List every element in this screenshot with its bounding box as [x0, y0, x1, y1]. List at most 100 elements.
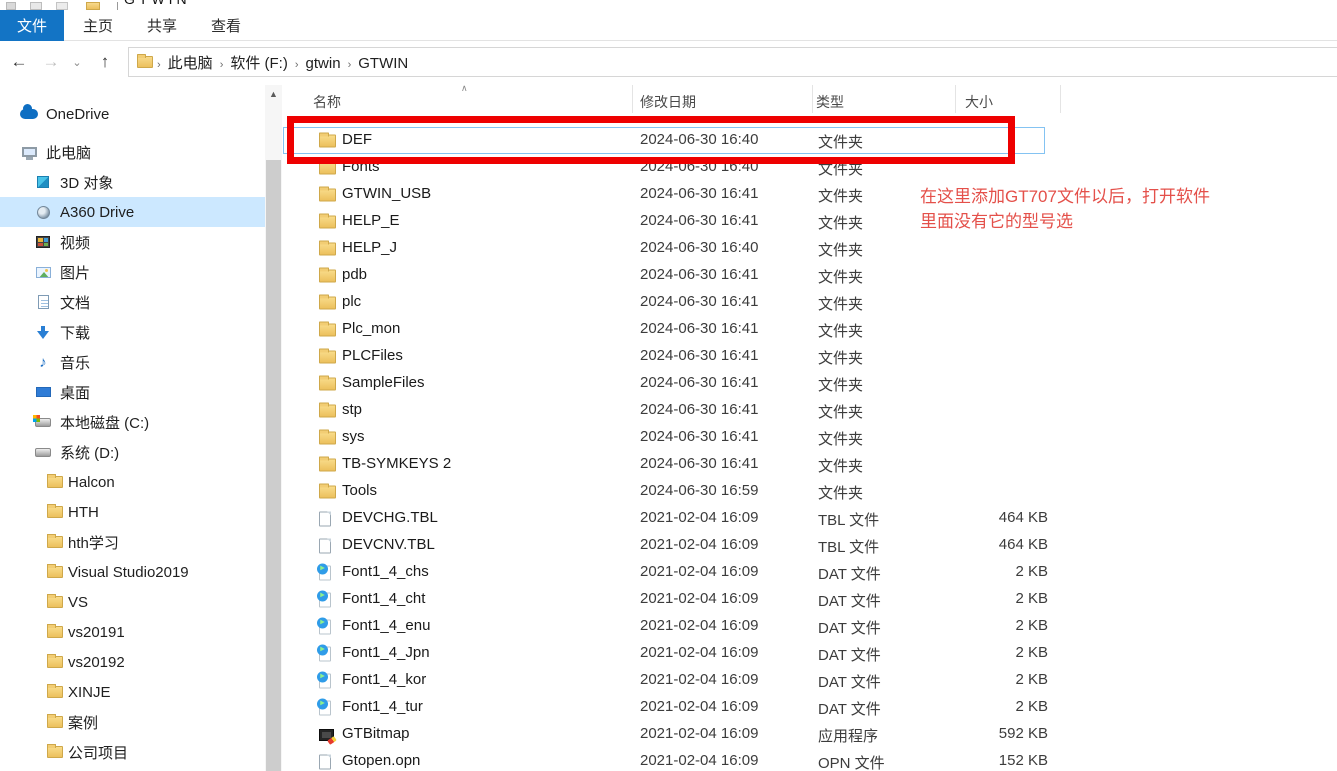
tab-home[interactable]: 主页	[72, 10, 124, 41]
sidebar-item-hth[interactable]: HTH	[0, 497, 265, 527]
folder-icon	[46, 563, 64, 581]
column-header-type[interactable]: 类型	[816, 92, 844, 112]
file-row-tools[interactable]: Tools 2024-06-30 16:59 文件夹	[283, 478, 1337, 505]
file-row-font1-4-enu[interactable]: Font1_4_enu 2021-02-04 16:09 DAT 文件 2 KB	[283, 613, 1337, 640]
sidebar-item-vs20192[interactable]: vs20192	[0, 647, 265, 677]
quick-access-icon[interactable]	[6, 2, 16, 10]
scroll-up-icon[interactable]: ▲	[265, 85, 282, 102]
sidebar-item-desktop[interactable]: 桌面	[0, 377, 265, 407]
file-row-font1-4-cht[interactable]: Font1_4_cht 2021-02-04 16:09 DAT 文件 2 KB	[283, 586, 1337, 613]
annotation-rectangle	[287, 116, 1015, 164]
file-date: 2024-06-30 16:41	[640, 401, 758, 418]
folder-icon	[319, 350, 336, 363]
file-row-devchg-tbl[interactable]: DEVCHG.TBL 2021-02-04 16:09 TBL 文件 464 K…	[283, 505, 1337, 532]
forward-icon[interactable]: →	[38, 49, 64, 75]
file-name: Font1_4_kor	[342, 671, 426, 688]
quick-access-icon[interactable]	[30, 2, 42, 10]
breadcrumb-item[interactable]: 软件 (F:)	[223, 55, 295, 72]
quick-access-icon[interactable]	[56, 2, 68, 10]
sidebar-item-videos[interactable]: 视频	[0, 227, 265, 257]
sidebar-item-visual-studio2019[interactable]: Visual Studio2019	[0, 557, 265, 587]
sidebar-item-xinje[interactable]: XINJE	[0, 677, 265, 707]
media-icon	[319, 646, 331, 661]
sidebar-item-vs20191[interactable]: vs20191	[0, 617, 265, 647]
media-icon	[319, 700, 331, 715]
desk-icon	[34, 383, 52, 401]
titlebar-divider	[117, 2, 118, 10]
sidebar-item-hth学习[interactable]: hth学习	[0, 527, 265, 557]
folder-icon	[46, 683, 64, 701]
file-row-pdb[interactable]: pdb 2024-06-30 16:41 文件夹	[283, 262, 1337, 289]
sidebar-item-downloads[interactable]: 下载	[0, 317, 265, 347]
column-header-size[interactable]: 大小	[965, 92, 993, 112]
file-row-font1-4-chs[interactable]: Font1_4_chs 2021-02-04 16:09 DAT 文件 2 KB	[283, 559, 1337, 586]
file-date: 2024-06-30 16:41	[640, 185, 758, 202]
up-icon[interactable]: ↑	[92, 49, 118, 75]
folder-icon	[46, 473, 64, 491]
file-size: 152 KB	[928, 752, 1048, 769]
annotation-line-1: 在这里添加GT707文件以后，打开软件	[920, 184, 1210, 209]
diskwin-icon	[34, 413, 52, 431]
app-icon	[319, 729, 334, 741]
sidebar-item-music[interactable]: ♪ 音乐	[0, 347, 265, 377]
file-row-font1-4-tur[interactable]: Font1_4_tur 2021-02-04 16:09 DAT 文件 2 KB	[283, 694, 1337, 721]
file-row-font1-4-kor[interactable]: Font1_4_kor 2021-02-04 16:09 DAT 文件 2 KB	[283, 667, 1337, 694]
file-type: 文件夹	[818, 185, 863, 206]
scrollbar-thumb[interactable]	[266, 160, 281, 771]
sidebar-item-vs[interactable]: VS	[0, 587, 265, 617]
back-icon[interactable]: ←	[6, 49, 32, 75]
tab-file[interactable]: 文件	[0, 10, 64, 41]
file-row-stp[interactable]: stp 2024-06-30 16:41 文件夹	[283, 397, 1337, 424]
address-bar[interactable]: ›此电脑›软件 (F:)›gtwin›GTWIN	[128, 47, 1337, 77]
file-name: sys	[342, 428, 365, 445]
tab-view[interactable]: 查看	[200, 10, 252, 41]
sidebar-scrollbar[interactable]: ▲	[265, 85, 282, 771]
column-divider	[632, 85, 633, 113]
file-date: 2021-02-04 16:09	[640, 698, 758, 715]
sidebar-item-system-d[interactable]: 系统 (D:)	[0, 437, 265, 467]
file-row-gtbitmap[interactable]: GTBitmap 2021-02-04 16:09 应用程序 592 KB	[283, 721, 1337, 748]
breadcrumb-item[interactable]: GTWIN	[351, 55, 415, 72]
file-row-plc[interactable]: plc 2024-06-30 16:41 文件夹	[283, 289, 1337, 316]
sidebar-item-documents[interactable]: 文档	[0, 287, 265, 317]
recent-locations-chevron-icon[interactable]: ⌄	[68, 49, 86, 75]
sidebar-item-3d-objects[interactable]: 3D 对象	[0, 167, 265, 197]
file-row-plcfiles[interactable]: PLCFiles 2024-06-30 16:41 文件夹	[283, 343, 1337, 370]
file-row-gtopen-opn[interactable]: Gtopen.opn 2021-02-04 16:09 OPN 文件 152 K…	[283, 748, 1337, 771]
file-type: DAT 文件	[818, 590, 881, 611]
folder-icon	[319, 188, 336, 201]
sidebar-item-this-pc[interactable]: 此电脑	[0, 137, 265, 167]
breadcrumb-item[interactable]: 此电脑	[161, 55, 220, 72]
file-row-devcnv-tbl[interactable]: DEVCNV.TBL 2021-02-04 16:09 TBL 文件 464 K…	[283, 532, 1337, 559]
file-date: 2024-06-30 16:59	[640, 482, 758, 499]
file-row-font1-4-jpn[interactable]: Font1_4_Jpn 2021-02-04 16:09 DAT 文件 2 KB	[283, 640, 1337, 667]
file-row-plc-mon[interactable]: Plc_mon 2024-06-30 16:41 文件夹	[283, 316, 1337, 343]
breadcrumb-separator-icon: ›	[295, 59, 299, 71]
file-size: 2 KB	[928, 671, 1048, 688]
sidebar-item-local-disk-c[interactable]: 本地磁盘 (C:)	[0, 407, 265, 437]
file-row-help-j[interactable]: HELP_J 2024-06-30 16:40 文件夹	[283, 235, 1337, 262]
sidebar-item-公司项目[interactable]: 公司项目	[0, 737, 265, 767]
sidebar-item-label: A360 Drive	[60, 204, 134, 221]
media-icon	[319, 565, 331, 580]
column-header-date[interactable]: 修改日期	[640, 92, 696, 112]
sidebar-item-halcon[interactable]: Halcon	[0, 467, 265, 497]
sidebar-item-onedrive[interactable]: OneDrive	[0, 99, 265, 129]
sidebar-item-pictures[interactable]: 图片	[0, 257, 265, 287]
pic-icon	[34, 263, 52, 281]
file-type: 文件夹	[818, 401, 863, 422]
file-name: HELP_J	[342, 239, 397, 256]
sidebar-item-案例[interactable]: 案例	[0, 707, 265, 737]
file-name: SampleFiles	[342, 374, 425, 391]
file-row-tb-symkeys-2[interactable]: TB-SYMKEYS 2 2024-06-30 16:41 文件夹	[283, 451, 1337, 478]
file-row-samplefiles[interactable]: SampleFiles 2024-06-30 16:41 文件夹	[283, 370, 1337, 397]
ribbon-tabs: 文件 主页 共享 查看	[0, 10, 1337, 41]
tab-share[interactable]: 共享	[136, 10, 188, 41]
column-header-name[interactable]: 名称	[313, 92, 341, 112]
sidebar-item-a360-drive[interactable]: A360 Drive	[0, 197, 265, 227]
list-header: 名称 ∧ 修改日期 类型 大小	[283, 85, 1337, 115]
file-row-sys[interactable]: sys 2024-06-30 16:41 文件夹	[283, 424, 1337, 451]
file-size: 464 KB	[928, 509, 1048, 526]
file-date: 2024-06-30 16:41	[640, 212, 758, 229]
breadcrumb-item[interactable]: gtwin	[299, 55, 348, 72]
